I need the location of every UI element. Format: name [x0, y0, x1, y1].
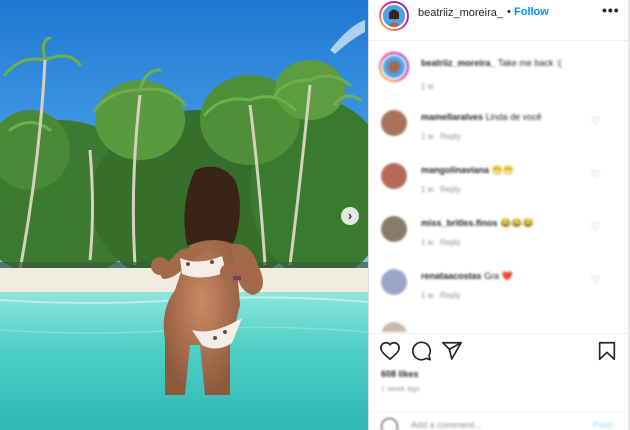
author-avatar[interactable] — [379, 1, 409, 31]
post-time: 1 week ago — [381, 386, 420, 393]
comment-meta: 1 w Reply — [421, 132, 461, 141]
reply-button[interactable]: Reply — [440, 291, 460, 300]
caption-body: Take me back :( — [497, 58, 562, 68]
comment-username[interactable]: renataacostas — [421, 271, 482, 281]
comment-like-icon[interactable]: ♡ — [591, 275, 600, 286]
post-actions: 608 likes 1 week ago Add a comment... Po… — [369, 333, 630, 430]
comment-avatar[interactable] — [381, 163, 407, 189]
caption-text: beatriiz_moreira_ Take me back :( — [421, 58, 561, 68]
add-comment-bar: Add a comment... Post — [369, 412, 630, 430]
comment-text: miss_britles.finos 😂😂😂 — [421, 218, 534, 229]
post-photo[interactable]: › — [0, 0, 368, 430]
likes-count[interactable]: 608 likes — [381, 369, 419, 379]
comment-time: 1 w — [421, 238, 434, 247]
comment-like-icon[interactable]: ♡ — [591, 169, 600, 180]
comment-text: renataacostas Gra ❤️ — [421, 271, 513, 282]
caption-item: beatriiz_moreira_ Take me back :( 1 w — [369, 52, 630, 102]
separator-dot: • — [507, 6, 511, 18]
post-comment-button[interactable]: Post — [593, 420, 613, 430]
heart-icon[interactable] — [379, 340, 401, 362]
share-icon[interactable] — [441, 340, 463, 362]
comment-meta: 1 w Reply — [421, 238, 461, 247]
comment-username[interactable]: miss_britles.finos — [421, 218, 498, 228]
comment-item: miss_britles.finos 😂😂😂 1 w Reply ♡ — [369, 212, 630, 262]
instagram-post-modal: › beatriiz_moreira_ • Follow ••• beatrii… — [0, 0, 630, 430]
comment-body: 😁😁 — [491, 165, 514, 175]
comments-list[interactable]: beatriiz_moreira_ Take me back :( 1 w ma… — [369, 42, 630, 332]
next-photo-button[interactable]: › — [341, 207, 359, 225]
comment-item: mangolinaviana 😁😁 1 w Reply ♡ — [369, 159, 630, 209]
reply-button[interactable]: Reply — [440, 238, 460, 247]
bookmark-icon[interactable] — [596, 340, 618, 362]
comment-item: renataacostas Gra ❤️ 1 w Reply ♡ — [369, 265, 630, 315]
comment-meta: 1 w Reply — [421, 291, 461, 300]
reply-button[interactable]: Reply — [440, 132, 460, 141]
comment-text: mangolinaviana 😁😁 — [421, 165, 514, 176]
author-username[interactable]: beatriiz_moreira_ — [418, 7, 503, 19]
emoji-icon[interactable] — [381, 418, 398, 430]
comment-body: 😂😂😂 — [500, 218, 534, 228]
comment-item — [369, 318, 630, 332]
beach-photo-image — [0, 0, 368, 430]
follow-button[interactable]: Follow — [514, 6, 549, 18]
comment-time: 1 w — [421, 185, 434, 194]
caption-avatar-image — [381, 54, 407, 80]
post-sidebar: beatriiz_moreira_ • Follow ••• beatriiz_… — [368, 0, 630, 430]
comment-text: mamellaralves Linda de você — [421, 112, 542, 122]
more-options-icon[interactable]: ••• — [602, 2, 620, 18]
add-comment-input[interactable]: Add a comment... — [411, 420, 482, 430]
caption-avatar[interactable] — [379, 52, 409, 82]
comment-avatar[interactable] — [381, 216, 407, 242]
comment-body: Linda de você — [485, 112, 542, 122]
comment-time: 1 w — [421, 291, 434, 300]
comment-like-icon[interactable]: ♡ — [591, 222, 600, 233]
caption-username[interactable]: beatriiz_moreira_ — [421, 58, 496, 68]
comment-time: 1 w — [421, 132, 434, 141]
comment-avatar[interactable] — [381, 110, 407, 136]
comment-username[interactable]: mamellaralves — [421, 112, 483, 122]
comment-avatar[interactable] — [381, 322, 407, 332]
comment-like-icon[interactable]: ♡ — [591, 116, 600, 127]
comment-item: mamellaralves Linda de você 1 w Reply ♡ — [369, 106, 630, 156]
author-avatar-image — [381, 3, 407, 29]
caption-time: 1 w — [421, 82, 434, 91]
comment-username[interactable]: mangolinaviana — [421, 165, 489, 175]
post-header: beatriiz_moreira_ • Follow ••• — [369, 0, 630, 41]
reply-button[interactable]: Reply — [440, 185, 460, 194]
comment-icon[interactable] — [410, 340, 432, 362]
comment-avatar[interactable] — [381, 269, 407, 295]
comment-body: Gra ❤️ — [484, 271, 513, 281]
comment-meta: 1 w Reply — [421, 185, 461, 194]
